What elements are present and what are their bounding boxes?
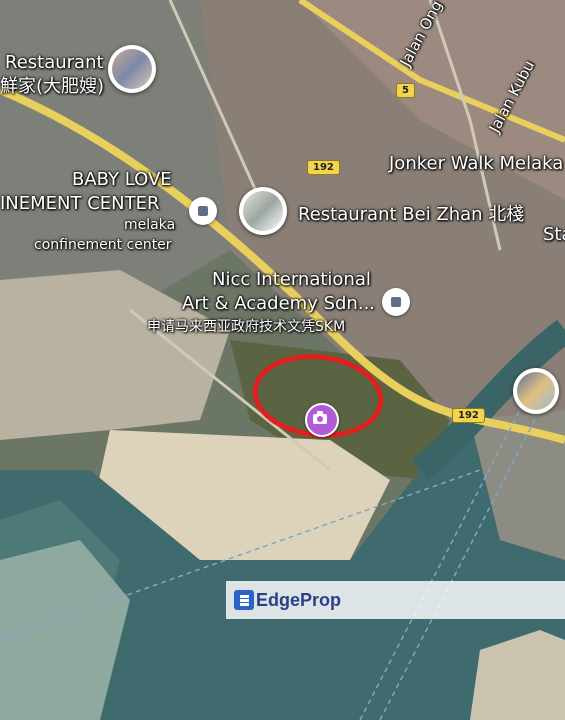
label-baby-love[interactable]: BABY LOVE xyxy=(72,170,172,190)
label-jonker-walk[interactable]: Jonker Walk Melaka xyxy=(389,154,563,174)
label-skm[interactable]: 申请马来西亚政府技术文凭SKM xyxy=(147,320,345,335)
photo-pin-icon[interactable] xyxy=(108,45,156,93)
label-restaurant-bei-zhan[interactable]: Restaurant Bei Zhan 北棧 xyxy=(298,205,524,225)
label-baby-love-2[interactable]: INEMENT CENTER xyxy=(0,194,160,214)
edgeprop-brand-text: EdgeProp xyxy=(256,590,342,610)
photo-pin-icon[interactable] xyxy=(513,368,559,414)
label-nicc-2[interactable]: Art & Academy Sdn... xyxy=(182,294,375,314)
label-restaurant-top[interactable]: Restaurant xyxy=(5,53,104,73)
label-restaurant-top-sub[interactable]: 鮮家(大肥嫂) xyxy=(0,77,104,97)
label-sta[interactable]: Sta xyxy=(543,225,565,245)
place-square-icon[interactable] xyxy=(189,197,217,225)
photo-pin-icon[interactable] xyxy=(239,187,287,235)
place-square-icon[interactable] xyxy=(382,288,410,316)
label-confinement-center[interactable]: confinement center xyxy=(34,238,172,253)
edgeprop-logo-icon xyxy=(234,590,254,610)
label-melaka[interactable]: melaka xyxy=(124,218,175,233)
edgeprop-watermark: EdgeProp xyxy=(226,581,565,619)
camera-icon[interactable] xyxy=(305,403,339,437)
road-shield-192-top: 192 xyxy=(307,160,340,175)
label-nicc-1[interactable]: Nicc International xyxy=(212,270,371,290)
road-shield-192-bottom: 192 xyxy=(452,408,485,423)
road-shield-5: 5 xyxy=(396,83,415,98)
